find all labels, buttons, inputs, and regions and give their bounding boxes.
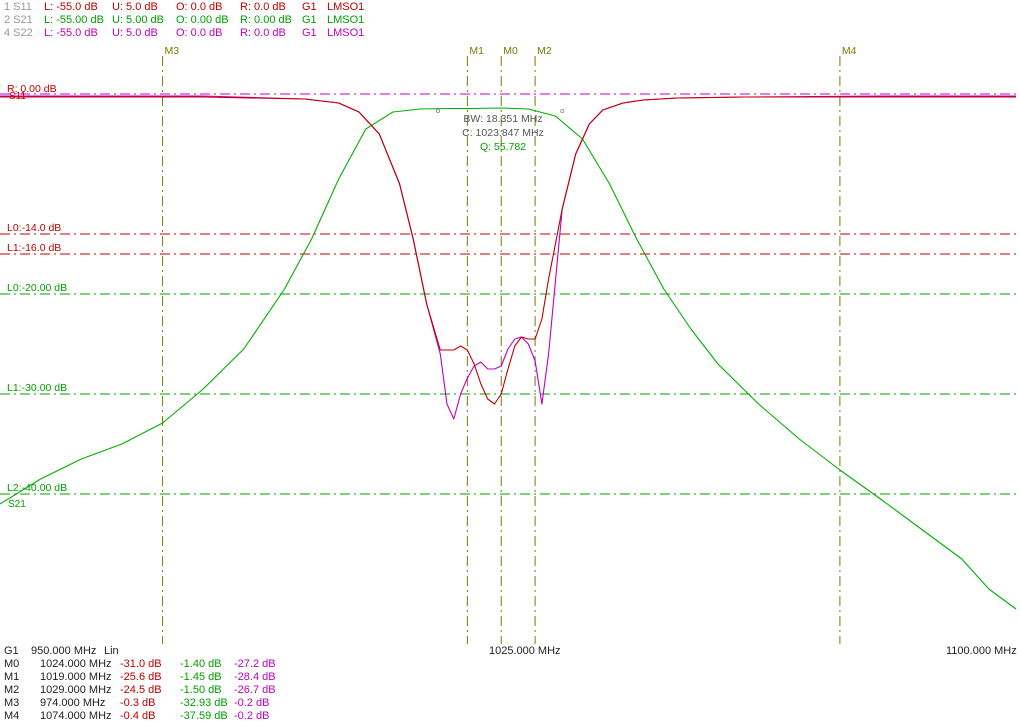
axis-group: G1	[4, 645, 19, 657]
vna-plot-area[interactable]: L0:-14.0 dB L1:-16.0 dB L0:-20.00 dB L1:-30…	[0, 42, 1020, 644]
marker-s11-value: -0.4 dB	[120, 710, 156, 722]
marker-name: M0	[4, 658, 20, 670]
upper-limit: U: 5.0 dB	[112, 27, 158, 39]
trace-group: G1	[302, 1, 317, 13]
marker-row[interactable]: M0 1024.000 MHz -31.0 dB -1.40 dB -27.2 dB	[0, 658, 1020, 670]
marker-row[interactable]: M2 1029.000 MHz -24.5 dB -1.50 dB -26.7 dB	[0, 684, 1020, 696]
marker-s21-value: -1.50 dB	[180, 684, 222, 696]
marker-s22-value: -27.2 dB	[234, 658, 276, 670]
marker-s22-value: -0.2 dB	[234, 697, 270, 709]
marker-line-label: M4	[842, 45, 857, 57]
offset-value: O: 0.0 dB	[176, 1, 223, 13]
trace-s21[interactable]	[0, 107, 1017, 610]
trace-mode: LMSO1	[327, 1, 365, 13]
reference-value: R: 0.0 dB	[240, 1, 286, 13]
trace-tag-s11: S11	[9, 91, 26, 102]
marker-name: M2	[4, 684, 20, 696]
lower-limit: L: -55.0 dB	[44, 1, 98, 13]
marker-name: M4	[4, 710, 20, 722]
offset-value: O: 0.0 dB	[176, 27, 223, 39]
limit-line-label: L0:-20.00 dB	[7, 282, 67, 294]
limit-line-label: L2:-40.00 dB	[7, 482, 67, 494]
trace-id: 2 S21	[4, 14, 33, 26]
trace-group: G1	[302, 14, 317, 26]
marker-s21-value: -32.93 dB	[180, 697, 228, 709]
marker-row[interactable]: M1 1019.000 MHz -25.6 dB -1.45 dB -28.4 dB	[0, 671, 1020, 683]
marker-frequency: 1019.000 MHz	[40, 671, 112, 683]
upper-limit: U: 5.00 dB	[112, 14, 164, 26]
trace-mode: LMSO1	[327, 14, 365, 26]
trace-tag-s21: S21	[8, 499, 26, 510]
stop-frequency: 1100.000 MHz	[946, 645, 1017, 657]
traces: S11 S21	[0, 91, 1017, 610]
marker-s11-value: -31.0 dB	[120, 658, 162, 670]
offset-value: O: 0.00 dB	[176, 14, 229, 26]
reference-value: R: 0.00 dB	[240, 14, 292, 26]
trace-header-row[interactable]: 1 S11 L: -55.0 dB U: 5.0 dB O: 0.0 dB R: 0.0…	[0, 0, 1020, 14]
marker-s11-value: -24.5 dB	[120, 684, 162, 696]
marker-row[interactable]: M3 974.000 MHz -0.3 dB -32.93 dB -0.2 dB	[0, 697, 1020, 709]
marker-s22-value: -28.4 dB	[234, 671, 276, 683]
marker-line-label: M3	[165, 45, 180, 57]
marker-row[interactable]: M4 1074.000 MHz -0.4 dB -37.59 dB -0.2 dB	[0, 710, 1020, 722]
marker-frequency: 1024.000 MHz	[40, 658, 112, 670]
trace-group: G1	[302, 27, 317, 39]
marker-s11-value: -25.6 dB	[120, 671, 162, 683]
marker-name: M3	[4, 697, 20, 709]
center-freq-value: C: 1023.847 MHz	[462, 127, 544, 139]
frequency-axis: G1 950.000 MHz Lin 1025.000 MHz 1100.000…	[0, 645, 1020, 658]
marker-s22-value: -26.7 dB	[234, 684, 276, 696]
trace-header-row[interactable]: 2 S21 L: -55.00 dB U: 5.00 dB O: 0.00 dB R: …	[0, 13, 1020, 27]
lower-limit: L: -55.0 dB	[44, 27, 98, 39]
q-value: Q: 55.782	[480, 141, 526, 153]
bw-annotation: BW: 18.351 MHz C: 1023.847 MHz Q: 55.782	[436, 109, 565, 153]
limit-line-label: L1:-30.00 dB	[7, 382, 67, 394]
bw-edge-marker	[560, 109, 565, 114]
reference-value: R: 0.0 dB	[240, 27, 286, 39]
bw-value: BW: 18.351 MHz	[463, 113, 542, 125]
limit-line-label: L1:-16.0 dB	[7, 242, 61, 254]
lower-limit: L: -55.00 dB	[44, 14, 104, 26]
marker-s21-value: -37.59 dB	[180, 710, 228, 722]
marker-name: M1	[4, 671, 20, 683]
marker-s11-value: -0.3 dB	[120, 697, 156, 709]
trace-mode: LMSO1	[327, 27, 365, 39]
marker-frequency: 1074.000 MHz	[40, 710, 112, 722]
center-frequency: 1025.000 MHz	[489, 645, 561, 657]
start-frequency: 950.000 MHz	[31, 645, 97, 657]
marker-line-label: M1	[469, 45, 484, 57]
upper-limit: U: 5.0 dB	[112, 1, 158, 13]
marker-s21-value: -1.45 dB	[180, 671, 222, 683]
limit-line-label: L0:-14.0 dB	[7, 222, 61, 234]
marker-s22-value: -0.2 dB	[234, 710, 270, 722]
marker-line-label: M0	[503, 45, 518, 57]
bw-edge-marker	[436, 109, 441, 114]
axis-scale: Lin	[104, 645, 119, 657]
marker-line-label: M2	[537, 45, 552, 57]
trace-id: 1 S11	[4, 1, 32, 13]
marker-s21-value: -1.40 dB	[180, 658, 222, 670]
trace-header-row[interactable]: 4 S22 L: -55.0 dB U: 5.0 dB O: 0.0 dB R: 0.0…	[0, 26, 1020, 40]
marker-frequency: 1029.000 MHz	[40, 684, 112, 696]
marker-frequency: 974.000 MHz	[40, 697, 106, 709]
trace-id: 4 S22	[4, 27, 33, 39]
